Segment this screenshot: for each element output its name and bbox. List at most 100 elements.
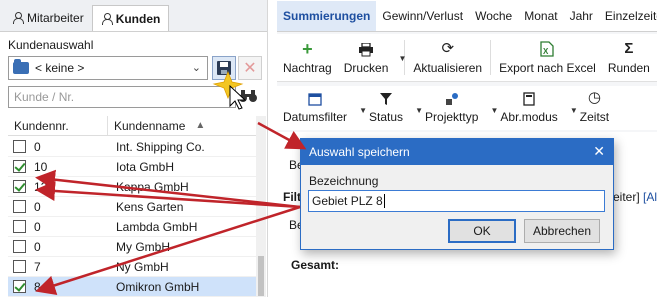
row-checkbox[interactable] (13, 220, 26, 233)
kundenname-cell: Iota GmbH (116, 159, 175, 174)
cancel-button[interactable]: Abbrechen (524, 219, 600, 243)
filter-icon (380, 93, 393, 105)
table-row[interactable]: 8 Omikron GmbH (8, 277, 258, 297)
ok-button[interactable]: OK (448, 219, 516, 243)
tab-gewinn-verlust[interactable]: Gewinn/Verlust (376, 1, 469, 31)
main-toolbar: + Nachtrag Drucken ▼ ⟳ Aktualisieren X E… (277, 34, 657, 82)
calendar-icon (308, 93, 322, 106)
nachtrag-button[interactable]: + Nachtrag (277, 34, 338, 81)
calculator-icon (523, 92, 535, 106)
table-row[interactable]: 0 Int. Shipping Co. (8, 137, 258, 157)
toolbar-divider (490, 40, 492, 75)
table-row[interactable]: 0 Kens Garten (8, 197, 258, 217)
tab-monat[interactable]: Monat (518, 1, 563, 31)
tab-summierungen[interactable]: Summierungen (277, 1, 377, 31)
row-checkbox[interactable] (13, 260, 26, 273)
row-checkbox[interactable] (13, 180, 26, 193)
kundenname-cell: My GmbH (116, 239, 170, 254)
tab-mitarbeiter[interactable]: Mitarbeiter (4, 5, 92, 31)
fragment-filter: Filt (283, 190, 301, 204)
projekttyp-button[interactable]: Projekttyp ▼ (419, 86, 498, 130)
tab-kunden[interactable]: Kunden (91, 5, 170, 31)
table-row[interactable]: 7 Ny GmbH (8, 257, 258, 277)
column-kundennr[interactable]: Kundennr. (8, 116, 108, 135)
kundennr-value: 0 (34, 219, 41, 234)
tab-kunden-label: Kunden (115, 11, 161, 26)
tab-woche[interactable]: Woche (469, 1, 518, 31)
kundennr-cell: 12 (8, 180, 108, 194)
row-checkbox[interactable] (13, 280, 26, 293)
export-excel-button[interactable]: X Export nach Excel (493, 34, 602, 81)
selection-label: Kundenauswahl (8, 38, 94, 52)
kundennr-cell: 0 (8, 220, 108, 234)
name-field-label: Bezeichnung (309, 174, 379, 188)
customer-panel: Mitarbeiter Kunden Kundenauswahl < keine… (0, 0, 268, 297)
selection-dropdown[interactable]: < keine > ⌄ (8, 56, 208, 80)
table-row[interactable]: 12 Kappa GmbH (8, 177, 258, 197)
filter-toolbar: Datumsfilter ▼ Status ▼ Projekttyp ▼ Abr… (277, 86, 657, 130)
column-kundenname-label: Kundenname (114, 118, 186, 133)
kundennr-value: 12 (34, 179, 48, 194)
kundennr-value: 0 (34, 139, 41, 154)
runden-label: Runden (607, 61, 650, 75)
kundennr-value: 7 (34, 259, 41, 274)
table-row[interactable]: 0 Lambda GmbH (8, 217, 258, 237)
tab-mitarbeiter-label: Mitarbeiter (27, 11, 84, 25)
row-checkbox[interactable] (13, 140, 26, 153)
aktualisieren-label: Aktualisieren (413, 61, 483, 75)
table-scrollbar[interactable] (256, 116, 266, 297)
row-checkbox[interactable] (13, 240, 26, 253)
save-selection-dialog: Auswahl speichern ✕ Bezeichnung Gebiet P… (300, 138, 614, 250)
abrmodus-label: Abr.modus (500, 110, 558, 124)
scrollbar-thumb[interactable] (258, 256, 264, 296)
fragment-all-link[interactable]: [All (643, 190, 657, 204)
person-icon (101, 12, 113, 25)
kundenname-cell: Ny GmbH (116, 259, 169, 274)
chevron-down-icon: ⌄ (191, 62, 201, 74)
folder-icon (13, 59, 29, 74)
tab-einzelzeiten[interactable]: Einzelzeiten (599, 1, 657, 31)
kundennr-cell: 8 (8, 280, 108, 294)
kundennr-cell: 10 (8, 160, 108, 174)
abrmodus-button[interactable]: Abr.modus ▼ (494, 86, 578, 130)
tab-jahr[interactable]: Jahr (564, 1, 599, 31)
aktualisieren-button[interactable]: ⟳ Aktualisieren (407, 34, 488, 81)
sort-ascending-icon: ▲ (195, 120, 206, 131)
sigma-icon: Σ (624, 40, 634, 57)
name-input[interactable]: Gebiet PLZ 8 (308, 190, 605, 212)
datumsfilter-button[interactable]: Datumsfilter ▼ (277, 86, 367, 130)
report-tab-bar: Summierungen Gewinn/Verlust Woche Monat Jahr… (277, 0, 657, 32)
dialog-titlebar[interactable]: Auswahl speichern ✕ (301, 139, 613, 165)
row-checkbox[interactable] (13, 200, 26, 213)
kundennr-cell: 0 (8, 200, 108, 214)
dropdown-arrow-icon[interactable]: ▼ (398, 54, 406, 63)
kundennr-value: 10 (34, 159, 48, 174)
status-button[interactable]: Status ▼ (363, 86, 423, 130)
kundenname-cell: Int. Shipping Co. (116, 139, 205, 154)
kundenname-cell: Lambda GmbH (116, 219, 198, 234)
table-row[interactable]: 10 Iota GmbH (8, 157, 258, 177)
table-row[interactable]: 0 My GmbH (8, 237, 258, 257)
datumsfilter-label: Datumsfilter (283, 110, 348, 124)
fragment-eiter: eiter] (613, 190, 640, 204)
save-selection-button[interactable] (212, 56, 236, 80)
kundennr-cell: 0 (8, 140, 108, 154)
row-checkbox[interactable] (13, 160, 26, 173)
customer-search-input[interactable]: Kunde / Nr. (8, 86, 236, 108)
customer-table-body: 0 Int. Shipping Co. 10 Iota GmbH 12 Kappa Gmb… (8, 137, 258, 297)
kundenname-cell: Kappa GmbH (116, 179, 189, 194)
runden-button[interactable]: Σ Runden (602, 34, 656, 81)
column-kundenname[interactable]: Kundenname ▲ (108, 116, 258, 135)
save-icon (217, 61, 231, 75)
kundenname-cell: Kens Garten (116, 199, 184, 214)
svg-text:X: X (543, 47, 549, 56)
drucken-button[interactable]: Drucken ▼ (338, 34, 406, 81)
binoculars-icon[interactable] (238, 88, 258, 104)
dialog-title: Auswahl speichern (309, 145, 410, 159)
zeitst-button[interactable]: ◷ Zeitst (574, 86, 615, 130)
close-icon[interactable]: ✕ (593, 143, 605, 160)
delete-selection-button[interactable]: ✕ (238, 56, 262, 80)
zeitst-label: Zeitst (579, 110, 610, 124)
nachtrag-label: Nachtrag (283, 61, 332, 75)
search-placeholder: Kunde / Nr. (14, 90, 75, 104)
